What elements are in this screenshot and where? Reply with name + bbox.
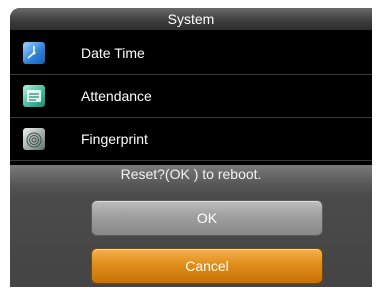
menu-item-date-time[interactable]: Date Time [10,32,372,75]
menu-item-fingerprint[interactable]: Fingerprint [10,118,372,161]
screen-title: System [10,8,372,30]
clock-icon [23,42,45,64]
cancel-button[interactable]: Cancel [91,248,323,284]
menu-item-label: Attendance [81,88,152,104]
reset-dialog: Reset?(OK ) to reboot. OK Cancel [10,165,372,287]
dialog-message: Reset?(OK ) to reboot. [10,165,372,183]
menu-item-label: Date Time [81,45,145,61]
fingerprint-icon [23,128,45,150]
device-screen: System Date Time Attendance Fingerprint … [10,8,372,287]
menu-item-attendance[interactable]: Attendance [10,75,372,118]
attendance-icon [23,85,45,107]
ok-button[interactable]: OK [91,200,323,236]
system-menu: Date Time Attendance Fingerprint [10,32,372,161]
menu-item-label: Fingerprint [81,131,148,147]
